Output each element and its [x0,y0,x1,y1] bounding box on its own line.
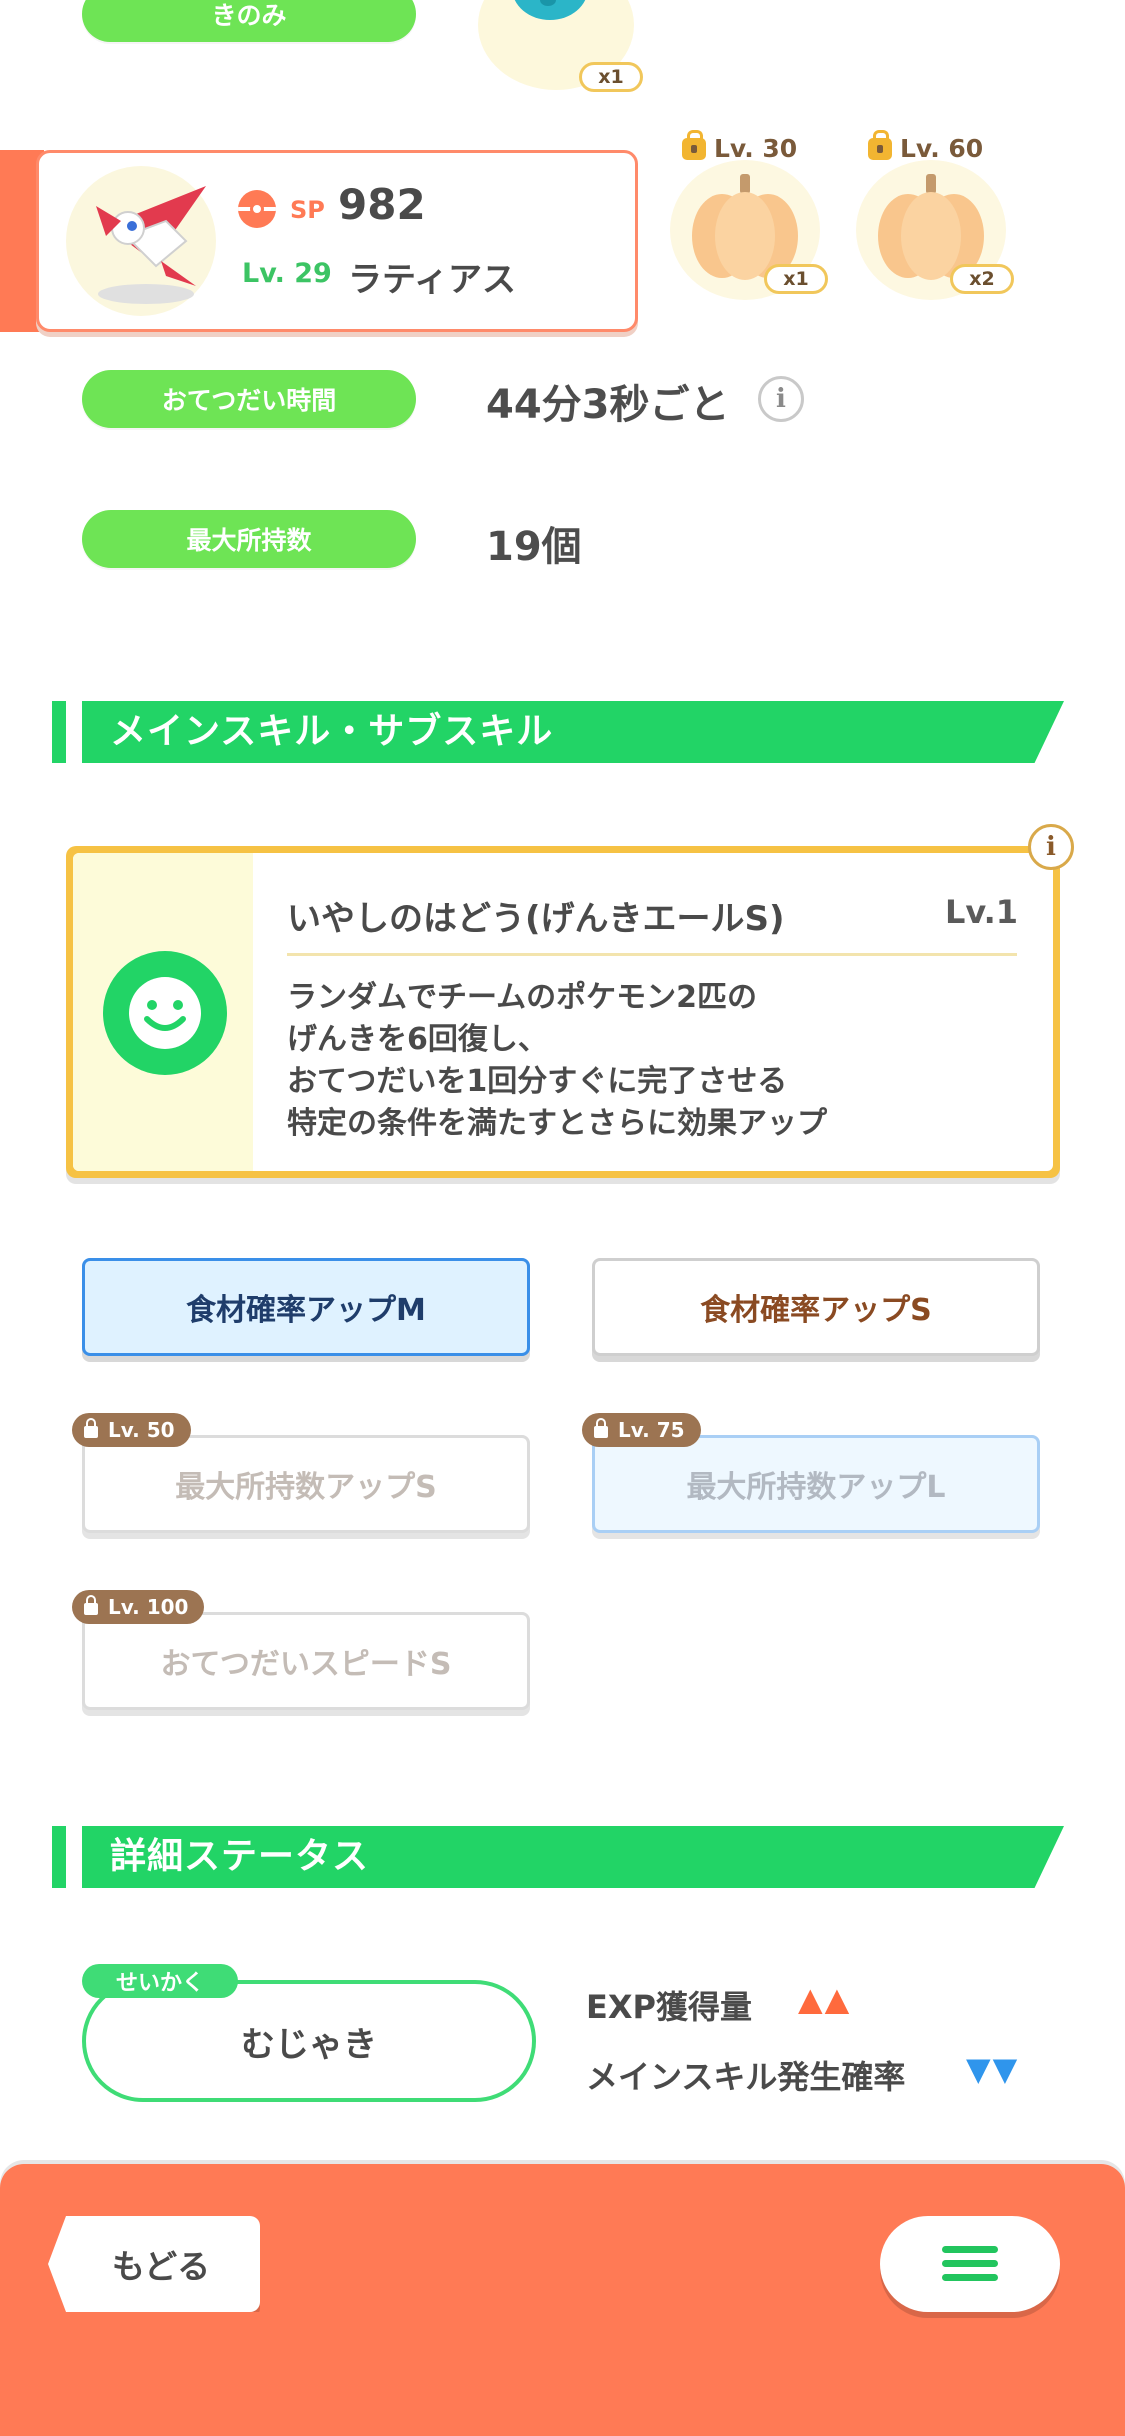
lock-icon [868,129,892,160]
berry-count-badge: x1 [579,62,643,92]
pokemon-name: ラティアス [348,260,516,300]
menu-icon [942,2246,998,2282]
nature-box[interactable]: むじゃき [82,1980,536,2102]
sp-label: SP [290,196,325,224]
subskill-button-2[interactable]: 食材確率アップS [592,1258,1040,1356]
back-button-label: もどる [111,2247,211,2286]
stat-up-marks: ▲▲ [798,1980,852,2018]
details-section-header: 詳細ステータス [52,1826,1064,1888]
carry-limit-value: 19個 [486,524,582,570]
stat-down-label: メインスキル発生確率 [586,2058,906,2096]
info-icon: i [1046,832,1056,862]
subskill-button-4[interactable]: 最大所持数アップL [592,1435,1040,1533]
nature-tag: せいかく [82,1964,238,1998]
info-icon: i [776,384,786,414]
lock-icon [594,1418,608,1438]
main-skill-card[interactable]: いやしのはどう(げんきエールS) Lv.1 ランダムでチームのポケモン2匹の げ… [66,846,1060,1178]
stat-down-marks: ▼▼ [966,2050,1020,2088]
description-line: おてつだいを1回分すぐに完了させる [287,1064,788,1099]
main-skill-name: いやしのはどう(げんきエールS) [287,899,785,939]
ingredient-lock-2: Lv. 60 [868,129,984,163]
help-time-label: おてつだい時間 [82,370,416,428]
pokemon-portrait [66,166,216,316]
berry-label: きのみ [82,0,416,42]
skills-section-header: メインスキル・サブスキル [52,701,1064,763]
pokemon-level: Lv. 29 [242,258,332,289]
back-button[interactable]: もどる [48,2216,260,2312]
ingredient-slot-1[interactable]: Lv. 30 x1 [662,129,832,304]
smile-icon [103,951,227,1075]
menu-button[interactable] [880,2216,1060,2312]
pokeball-icon [238,190,276,228]
help-time-value: 44分3秒ごと [486,382,730,428]
sp-value: 982 [338,180,426,229]
lock-icon [84,1595,98,1615]
section-tab [52,701,66,763]
subskill-lock-badge-3: Lv. 50 [72,1413,191,1447]
subskill-lock-badge-4: Lv. 75 [582,1413,701,1447]
stat-up-label: EXP獲得量 [586,1988,752,2026]
subskill-button-1[interactable]: 食材確率アップM [82,1258,530,1356]
ingredient-count-1: x1 [764,264,828,294]
lock-icon [84,1418,98,1438]
description-line: ランダムでチームのポケモン2匹の [287,980,757,1015]
help-time-info-button[interactable]: i [758,376,804,422]
main-skill-info-button[interactable]: i [1028,824,1074,870]
section-tab [52,1826,66,1888]
carry-limit-label: 最大所持数 [82,510,416,568]
ingredient-count-2: x2 [950,264,1014,294]
description-line: げんきを6回復し、 [287,1022,548,1057]
lock-icon [682,129,706,160]
main-skill-level: Lv.1 [945,893,1019,931]
ingredient-lock-level: Lv. 30 [714,134,798,163]
subskill-button-3[interactable]: 最大所持数アップS [82,1435,530,1533]
ingredient-lock-1: Lv. 30 [682,129,798,163]
lock-level: Lv. 50 [108,1418,175,1442]
skills-section-title: メインスキル・サブスキル [110,711,554,752]
description-line: 特定の条件を満たすとさらに効果アップ [287,1106,827,1141]
pokemon-card[interactable]: SP 982 Lv. 29 ラティアス [0,150,640,332]
latias-icon [96,186,206,304]
main-skill-divider [287,953,1017,956]
subskill-button-5[interactable]: おてつだいスピードS [82,1612,530,1710]
lock-level: Lv. 100 [108,1595,189,1619]
details-section-title: 詳細ステータス [110,1836,370,1877]
ingredient-lock-level: Lv. 60 [900,134,984,163]
main-skill-card-inner: いやしのはどう(げんきエールS) Lv.1 ランダムでチームのポケモン2匹の げ… [73,853,1053,1171]
lock-level: Lv. 75 [618,1418,685,1442]
main-skill-description: ランダムでチームのポケモン2匹の げんきを6回復し、 おてつだいを1回分すぐに完… [287,977,827,1145]
nature-value: むじゃき [241,2024,377,2065]
ingredient-slot-2[interactable]: Lv. 60 x2 [848,129,1018,304]
subskill-lock-badge-5: Lv. 100 [72,1590,205,1624]
